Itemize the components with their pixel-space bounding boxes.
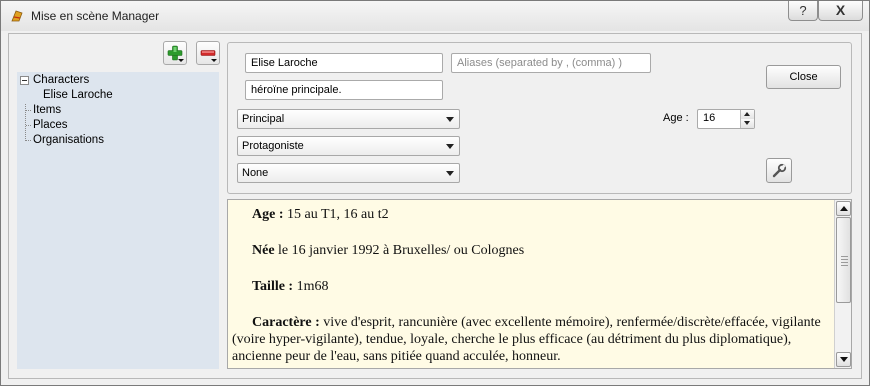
notes-label: Née [252, 243, 275, 258]
notes-paragraph: Née le 16 janvier 1992 à Bruxelles/ ou C… [232, 242, 832, 259]
dropdown-arrow-icon [446, 117, 454, 122]
description-field[interactable]: héroïne principale. [245, 80, 443, 100]
close-button[interactable]: Close [766, 65, 841, 89]
notes-paragraph: Age : 15 au T1, 16 au t2 [232, 206, 832, 223]
name-field[interactable]: Elise Laroche [245, 53, 443, 73]
tree-item-elise-laroche[interactable]: Elise Laroche [17, 88, 219, 103]
notes-label: Caractère : [252, 315, 320, 330]
notes-paragraph: Taille : 1m68 [232, 278, 832, 295]
tree-item-label: Characters [33, 74, 90, 86]
tools-button[interactable] [766, 158, 792, 183]
role-select-value: Protagoniste [242, 140, 304, 152]
importance-select[interactable]: Principal [237, 109, 460, 129]
mise-en-scene-window: Mise en scène Manager ? X Characters Eli… [0, 0, 870, 386]
notes-text: 15 au T1, 16 au t2 [283, 207, 389, 222]
tree-item-label: Organisations [33, 134, 104, 146]
help-button[interactable]: ? [788, 1, 818, 21]
tree-item-organisations[interactable]: Organisations [17, 133, 219, 148]
category-tree[interactable]: Characters Elise Laroche Items Places Or… [17, 72, 219, 369]
tree-item-label: Places [33, 119, 68, 131]
age-spinbox[interactable]: 16 [697, 109, 755, 129]
notes-label: Taille : [252, 279, 294, 294]
window-title: Mise en scène Manager [31, 9, 160, 23]
collapse-icon[interactable] [20, 76, 29, 85]
remove-button[interactable] [196, 41, 220, 65]
spin-up-icon[interactable] [740, 110, 754, 119]
tree-item-items[interactable]: Items [17, 103, 219, 118]
remove-menu-caret-icon [211, 59, 217, 62]
title-bar: Mise en scène Manager ? X [1, 1, 869, 31]
scroll-up-icon[interactable] [836, 201, 851, 216]
tree-item-places[interactable]: Places [17, 118, 219, 133]
importance-select-value: Principal [242, 113, 285, 125]
window-close-button[interactable]: X [818, 1, 863, 21]
dropdown-arrow-icon [446, 171, 454, 176]
third-select[interactable]: None [237, 163, 460, 183]
notes-label: Age : [252, 207, 284, 222]
notes-paragraph: Caractère : vive d'esprit, rancunière (a… [232, 314, 832, 365]
tree-item-label: Items [33, 104, 62, 116]
notes-content: Age : 15 au T1, 16 au t2 Née le 16 janvi… [232, 206, 832, 368]
spin-down-icon[interactable] [740, 119, 754, 128]
dropdown-arrow-icon [446, 144, 454, 149]
scroll-grip-icon [841, 256, 848, 266]
notes-text: 1m68 [293, 279, 329, 294]
tree-item-characters[interactable]: Characters [17, 73, 219, 88]
age-value: 16 [703, 112, 716, 124]
tree-item-label: Elise Laroche [43, 89, 113, 101]
aliases-field[interactable]: Aliases (separated by , (comma) ) [451, 53, 651, 73]
role-select[interactable]: Protagoniste [237, 136, 460, 156]
app-icon [11, 10, 23, 22]
notes-text: le 16 janvier 1992 à Bruxelles/ ou Colog… [274, 243, 525, 258]
wrench-icon [772, 163, 787, 178]
third-select-value: None [242, 167, 269, 179]
add-menu-caret-icon [178, 59, 184, 62]
scroll-down-icon[interactable] [836, 352, 851, 367]
notes-editor[interactable]: Age : 15 au T1, 16 au t2 Née le 16 janvi… [227, 199, 852, 369]
age-label: Age : [663, 112, 689, 124]
scroll-thumb[interactable] [836, 217, 851, 303]
add-button[interactable] [163, 41, 187, 65]
notes-text: vive d'esprit, rancunière (avec excellen… [232, 315, 821, 364]
notes-scrollbar[interactable] [834, 200, 851, 368]
